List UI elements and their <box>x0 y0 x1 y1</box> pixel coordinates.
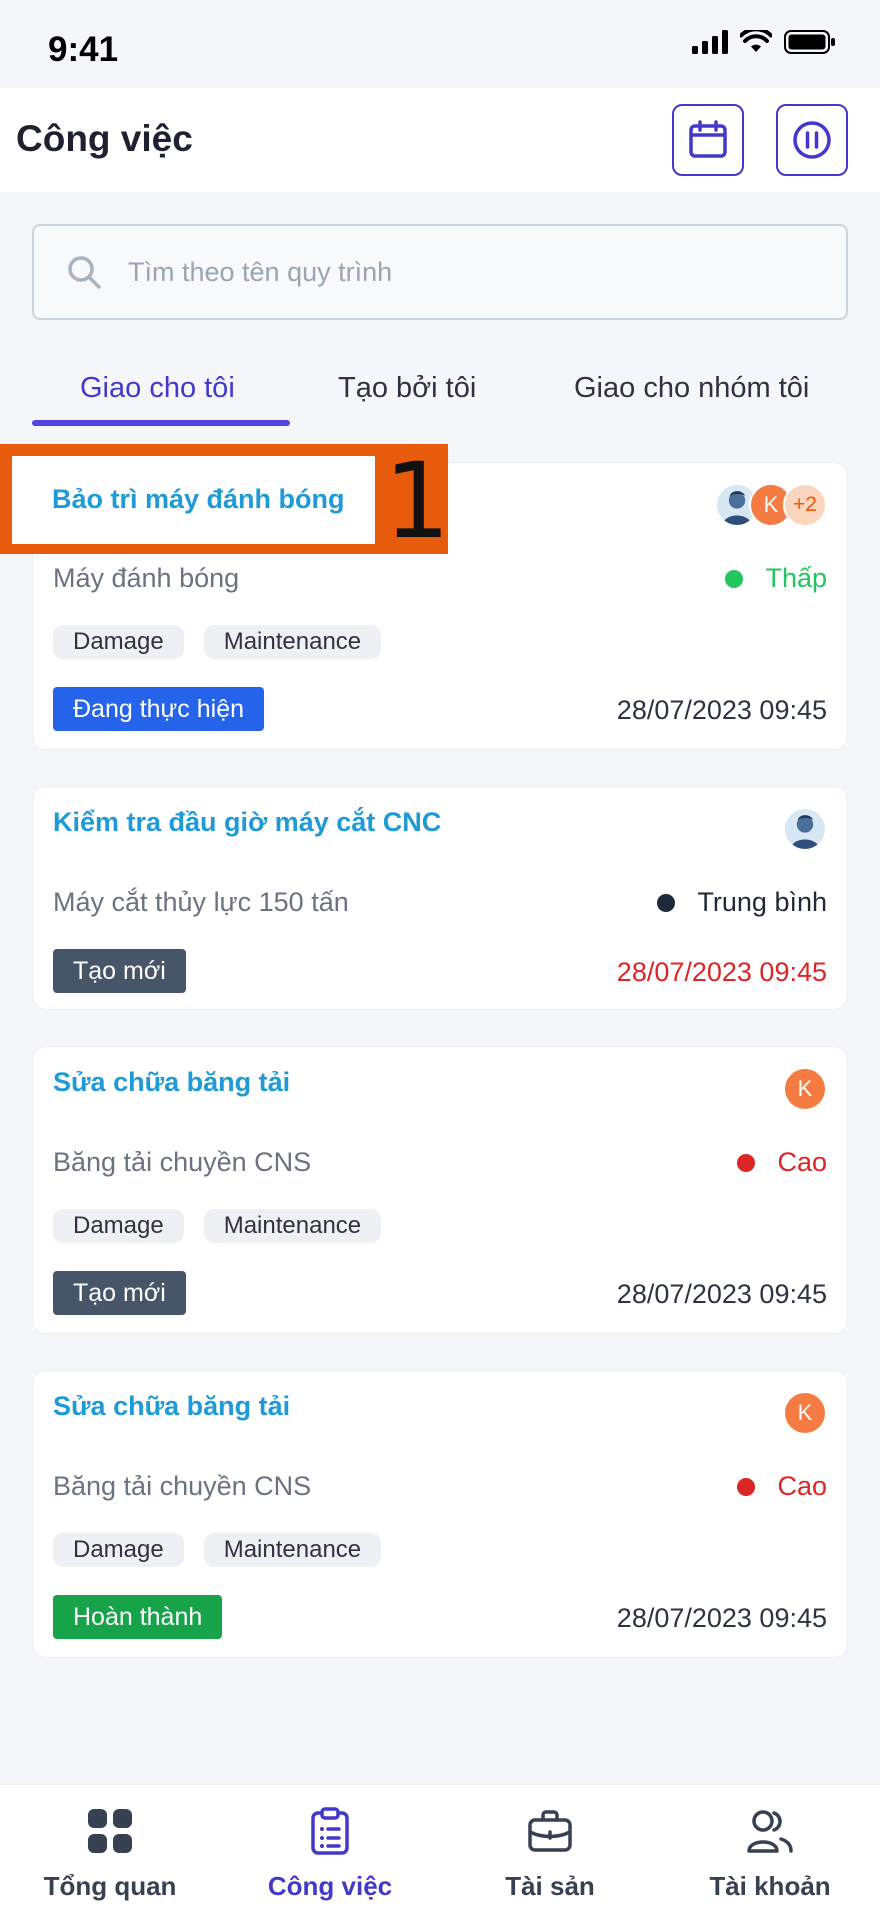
page-title: Công việc <box>16 118 193 159</box>
battery-icon <box>784 30 835 54</box>
briefcase-icon <box>528 1805 572 1857</box>
task-card[interactable]: Sửa chữa băng tải K Băng tải chuyền CNS … <box>32 1046 848 1334</box>
annotation-number: 1 <box>384 440 451 562</box>
task-date: 28/07/2023 09:45 <box>616 957 827 987</box>
priority-dot <box>725 569 744 588</box>
status-bar: 9:41 <box>0 0 880 88</box>
task-title: Kiểm tra đầu giờ máy cắt CNC <box>53 807 442 837</box>
search-icon <box>66 254 102 290</box>
status-badge: Tạo mới <box>53 949 186 993</box>
calendar-button[interactable] <box>672 104 744 176</box>
search-input[interactable] <box>128 256 788 288</box>
status-icons <box>692 30 836 54</box>
assignee-avatars: K +2 <box>715 483 827 527</box>
assignee-avatars: K <box>783 1391 827 1435</box>
nav-item-assets[interactable]: Tài sản <box>440 1785 660 1912</box>
priority-dot <box>657 893 676 912</box>
tag-list: Damage Maintenance <box>53 625 382 659</box>
task-date: 28/07/2023 09:45 <box>616 1279 827 1309</box>
nav-label: Tài khoản <box>709 1871 831 1901</box>
priority-indicator: Cao <box>737 1471 827 1502</box>
pause-button[interactable] <box>776 104 848 176</box>
tab-assigned-to-my-group[interactable]: Giao cho nhóm tôi <box>574 372 809 405</box>
nav-item-account[interactable]: Tài khoản <box>660 1785 880 1912</box>
annotated-task-title: Bảo trì máy đánh bóng <box>52 484 345 514</box>
calendar-icon <box>689 120 727 158</box>
nav-label: Tài sản <box>505 1871 595 1901</box>
nav-label: Công việc <box>267 1871 393 1901</box>
priority-indicator: Thấp <box>725 563 827 594</box>
tag: Damage <box>53 1209 184 1243</box>
pause-circle-icon <box>793 121 831 159</box>
status-time: 9:41 <box>48 30 119 69</box>
tag: Damage <box>53 1533 184 1567</box>
priority-indicator: Trung bình <box>657 887 827 918</box>
task-asset: Máy đánh bóng <box>53 563 240 593</box>
tag: Maintenance <box>203 1533 382 1567</box>
priority-label: Cao <box>777 1147 827 1177</box>
status-badge: Hoàn thành <box>53 1595 223 1639</box>
task-card[interactable]: Kiểm tra đầu giờ máy cắt CNC Máy cắt thủ… <box>32 786 848 1010</box>
wifi-icon <box>740 30 772 52</box>
avatar: K <box>783 1391 827 1435</box>
nav-label: Tổng quan <box>43 1871 177 1901</box>
clipboard-icon <box>310 1805 350 1857</box>
priority-dot <box>737 1153 756 1172</box>
search-box[interactable] <box>32 224 848 320</box>
avatar: K <box>783 1067 827 1111</box>
cellular-signal-icon <box>692 30 728 54</box>
task-card[interactable]: Sửa chữa băng tải K Băng tải chuyền CNS … <box>32 1370 848 1658</box>
tab-created-by-me[interactable]: Tạo bởi tôi <box>338 372 476 405</box>
task-date: 28/07/2023 09:45 <box>616 695 827 725</box>
priority-dot <box>737 1477 756 1496</box>
priority-indicator: Cao <box>737 1147 827 1178</box>
header: Công việc <box>0 88 880 192</box>
task-title: Sửa chữa băng tải <box>53 1067 291 1097</box>
task-title: Sửa chữa băng tải <box>53 1391 291 1421</box>
tag: Damage <box>53 625 184 659</box>
more-assignees-badge: +2 <box>783 483 827 527</box>
task-asset: Băng tải chuyền CNS <box>53 1471 312 1501</box>
priority-label: Trung bình <box>697 887 827 917</box>
status-badge: Đang thực hiện <box>53 687 265 731</box>
tag-list: Damage Maintenance <box>53 1209 382 1243</box>
task-asset: Băng tải chuyền CNS <box>53 1147 312 1177</box>
priority-label: Cao <box>777 1471 827 1501</box>
nav-item-tasks[interactable]: Công việc <box>220 1785 440 1912</box>
tag-list: Damage Maintenance <box>53 1533 382 1567</box>
bottom-nav: Tổng quan Công việc Tài sản Tài khoản <box>0 1784 880 1912</box>
tag: Maintenance <box>203 625 382 659</box>
assignee-avatars <box>783 807 827 851</box>
grid-icon <box>87 1805 133 1857</box>
tag: Maintenance <box>203 1209 382 1243</box>
tab-bar: Giao cho tôi Tạo bởi tôi Giao cho nhóm t… <box>0 360 880 430</box>
avatar <box>783 807 827 851</box>
priority-label: Thấp <box>765 563 827 593</box>
status-badge: Tạo mới <box>53 1271 186 1315</box>
nav-item-overview[interactable]: Tổng quan <box>0 1785 220 1912</box>
tab-assigned-to-me[interactable]: Giao cho tôi <box>80 372 235 405</box>
users-icon <box>747 1805 793 1857</box>
task-date: 28/07/2023 09:45 <box>616 1603 827 1633</box>
task-asset: Máy cắt thủy lực 150 tấn <box>53 887 349 917</box>
assignee-avatars: K <box>783 1067 827 1111</box>
active-tab-indicator <box>32 420 290 426</box>
